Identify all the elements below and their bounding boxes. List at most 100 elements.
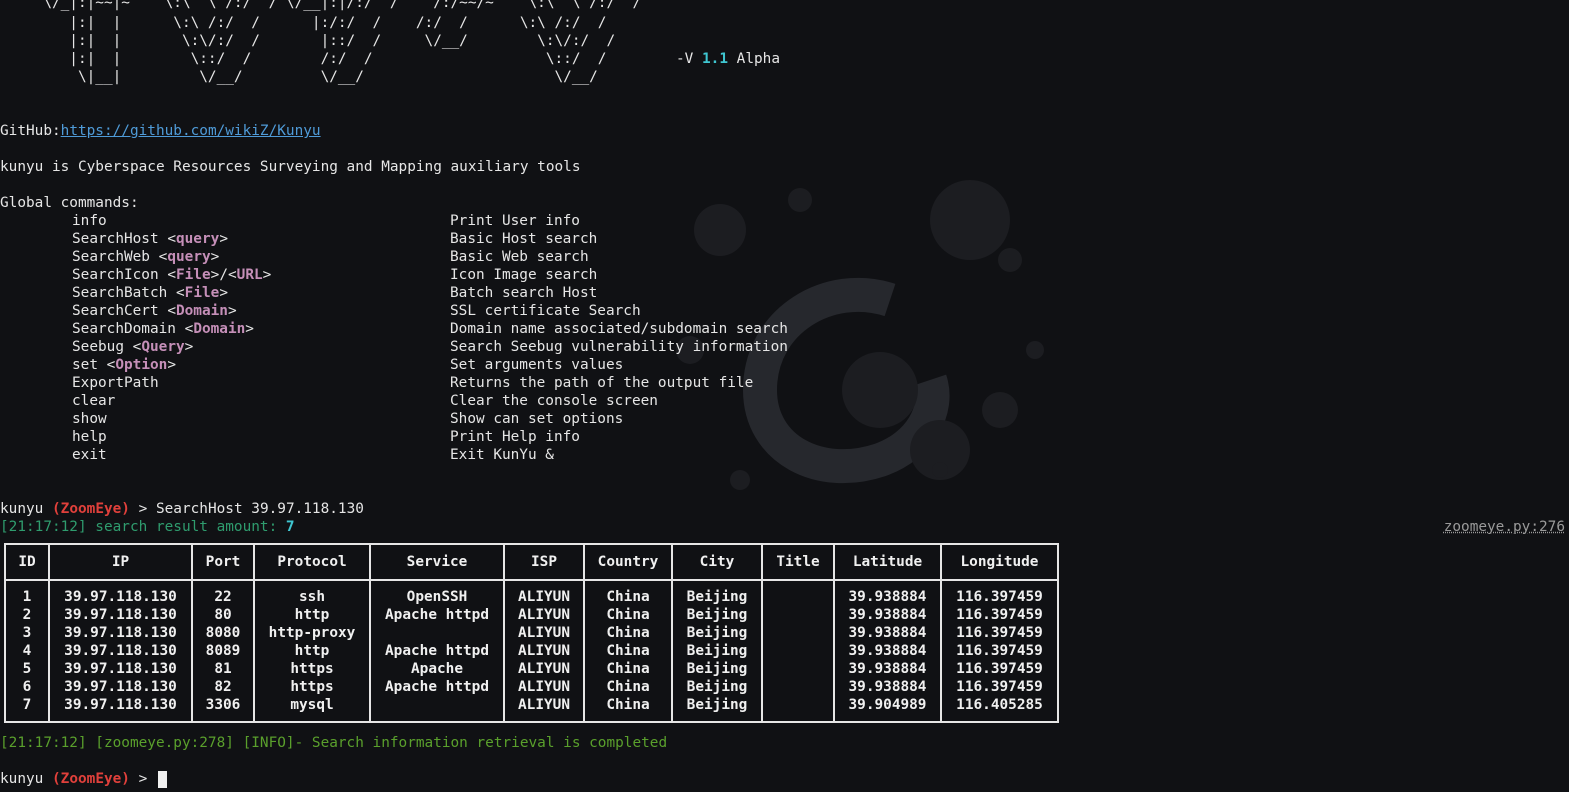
table-cell: Beijing: [673, 642, 763, 660]
command-searchweb: SearchWeb <query>: [72, 249, 220, 265]
tagline: kunyu is Cyberspace Resources Surveying …: [0, 159, 581, 175]
table-row: 6 39.97.118.130 82 https Apache httpd ALIYUN C…: [6, 678, 1057, 696]
version-label: -V 1.1 Alpha: [676, 51, 780, 67]
command-description: Batch search Host: [450, 285, 598, 301]
command-show: show: [72, 410, 107, 428]
table-cell: China: [585, 642, 673, 660]
table-row: 1 39.97.118.130 22 ssh OpenSSH ALIYUN China Bei…: [6, 581, 1057, 606]
table-cell: ALIYUN: [505, 642, 585, 660]
command-argument: Option: [115, 357, 168, 373]
command-argument: Domain: [175, 303, 228, 319]
table-cell: Beijing: [673, 696, 763, 721]
result-amount: 7: [285, 519, 295, 535]
command-argument: query: [167, 249, 211, 265]
table-cell: 82: [193, 678, 255, 696]
table-cell: 116.397459: [956, 625, 1043, 641]
table-cell: China: [585, 581, 673, 606]
command-name: help: [72, 429, 107, 445]
global-commands-heading: Global commands:: [0, 195, 139, 211]
table-cell: 39.97.118.130: [50, 606, 193, 624]
table-cell: [763, 581, 835, 606]
command-description: Clear the console screen: [450, 393, 658, 409]
banner-line: \|__| \/__/ \/__/ \/__/: [0, 69, 598, 85]
command-exportpath: ExportPath: [72, 374, 159, 392]
results-table: ID IP Port Protocol Service ISP Country City Tit…: [4, 543, 1059, 723]
table-cell: https: [255, 678, 371, 696]
table-cell: 7: [6, 696, 50, 721]
table-cell: [763, 624, 835, 642]
table-cell: Apache httpd: [371, 678, 505, 696]
table-cell: ALIYUN: [505, 581, 585, 606]
table-cell: ALIYUN: [505, 624, 585, 642]
table-cell: OpenSSH: [371, 581, 505, 606]
source-reference-link[interactable]: zoomeye.py:276: [1444, 518, 1565, 536]
banner-line: |:| | \:\ /:/ / |:/:/ / /:/ / \:\ /:/ /: [0, 15, 607, 31]
table-cell: 39.97.118.130: [50, 581, 193, 606]
table-cell: 4: [6, 642, 50, 660]
table-cell: http: [255, 642, 371, 660]
column-header-longitude: Longitude: [942, 545, 1057, 581]
command-description: Returns the path of the output file: [450, 375, 754, 391]
command-name: exit: [72, 447, 107, 463]
github-label: GitHub:: [0, 123, 61, 139]
table-cell: [763, 642, 835, 660]
table-cell: Beijing: [673, 660, 763, 678]
table-row: 5 39.97.118.130 81 https Apache ALIYUN China Be…: [6, 660, 1057, 678]
table-cell: 39.97.118.130: [50, 660, 193, 678]
table-cell: 8089: [193, 642, 255, 660]
table-row: 4 39.97.118.130 8089 http Apache httpd ALIYUN…: [6, 642, 1057, 660]
command-name: set: [72, 357, 98, 373]
table-cell: 39.97.118.130: [50, 642, 193, 660]
command-argument: URL: [236, 267, 263, 283]
prompt-module: (ZoomEye): [52, 501, 130, 517]
table-cell: ALIYUN: [505, 660, 585, 678]
column-header-service: Service: [371, 545, 505, 581]
table-cell: 8080: [193, 624, 255, 642]
table-cell: 39.938884: [835, 660, 942, 678]
table-cell: China: [585, 606, 673, 624]
table-cell: [371, 624, 505, 642]
table-cell: 39.97.118.130: [50, 678, 193, 696]
table-cell: ssh: [255, 581, 371, 606]
table-cell: 39.938884: [835, 581, 942, 606]
command-info: info: [72, 212, 107, 230]
prompt-input-line[interactable]: kunyu (ZoomEye) >: [0, 770, 167, 788]
command-argument: query: [175, 231, 220, 247]
column-header-title: Title: [763, 545, 835, 581]
column-header-port: Port: [193, 545, 255, 581]
table-cell: 3: [6, 624, 50, 642]
command-searchbatch: SearchBatch <File>: [72, 285, 228, 301]
github-link[interactable]: https://github.com/wikiZ/Kunyu: [61, 123, 321, 139]
table-cell: China: [585, 660, 673, 678]
table-cell: Beijing: [673, 624, 763, 642]
column-header-city: City: [673, 545, 763, 581]
table-cell: Beijing: [673, 581, 763, 606]
table-cell: [763, 606, 835, 624]
table-cell: [371, 696, 505, 721]
command-description: Domain name associated/subdomain search: [450, 321, 788, 337]
table-cell: 6: [6, 678, 50, 696]
github-line: GitHub:https://github.com/wikiZ/Kunyu: [0, 122, 321, 140]
table-cell: ALIYUN: [505, 696, 585, 721]
text-cursor[interactable]: [157, 770, 167, 788]
table-cell: 22: [193, 581, 255, 606]
table-cell: 39.938884: [835, 606, 942, 624]
table-cell: 39.97.118.130: [50, 696, 193, 721]
table-cell: 116.397459: [956, 679, 1043, 695]
table-cell: http: [255, 606, 371, 624]
table-row: 2 39.97.118.130 80 http Apache httpd ALIYUN Ch…: [6, 606, 1057, 624]
column-header-latitude: Latitude: [835, 545, 942, 581]
result-summary: [21:17:12] search result amount: 7: [0, 519, 295, 535]
table-cell: 81: [193, 660, 255, 678]
command-description: Search Seebug vulnerability information: [450, 339, 788, 355]
table-cell: Apache httpd: [371, 642, 505, 660]
command-description: Print Help info: [450, 429, 580, 445]
table-cell: 3306: [193, 696, 255, 721]
table-cell: [763, 696, 835, 721]
command-seebug: Seebug <Query>: [72, 339, 194, 355]
command-description: Set arguments values: [450, 357, 624, 373]
table-cell: Apache: [371, 660, 505, 678]
command-searchcert: SearchCert <Domain>: [72, 303, 237, 319]
table-cell: 39.97.118.130: [50, 624, 193, 642]
table-row: 3 39.97.118.130 8080 http-proxy ALIYUN China B…: [6, 624, 1057, 642]
